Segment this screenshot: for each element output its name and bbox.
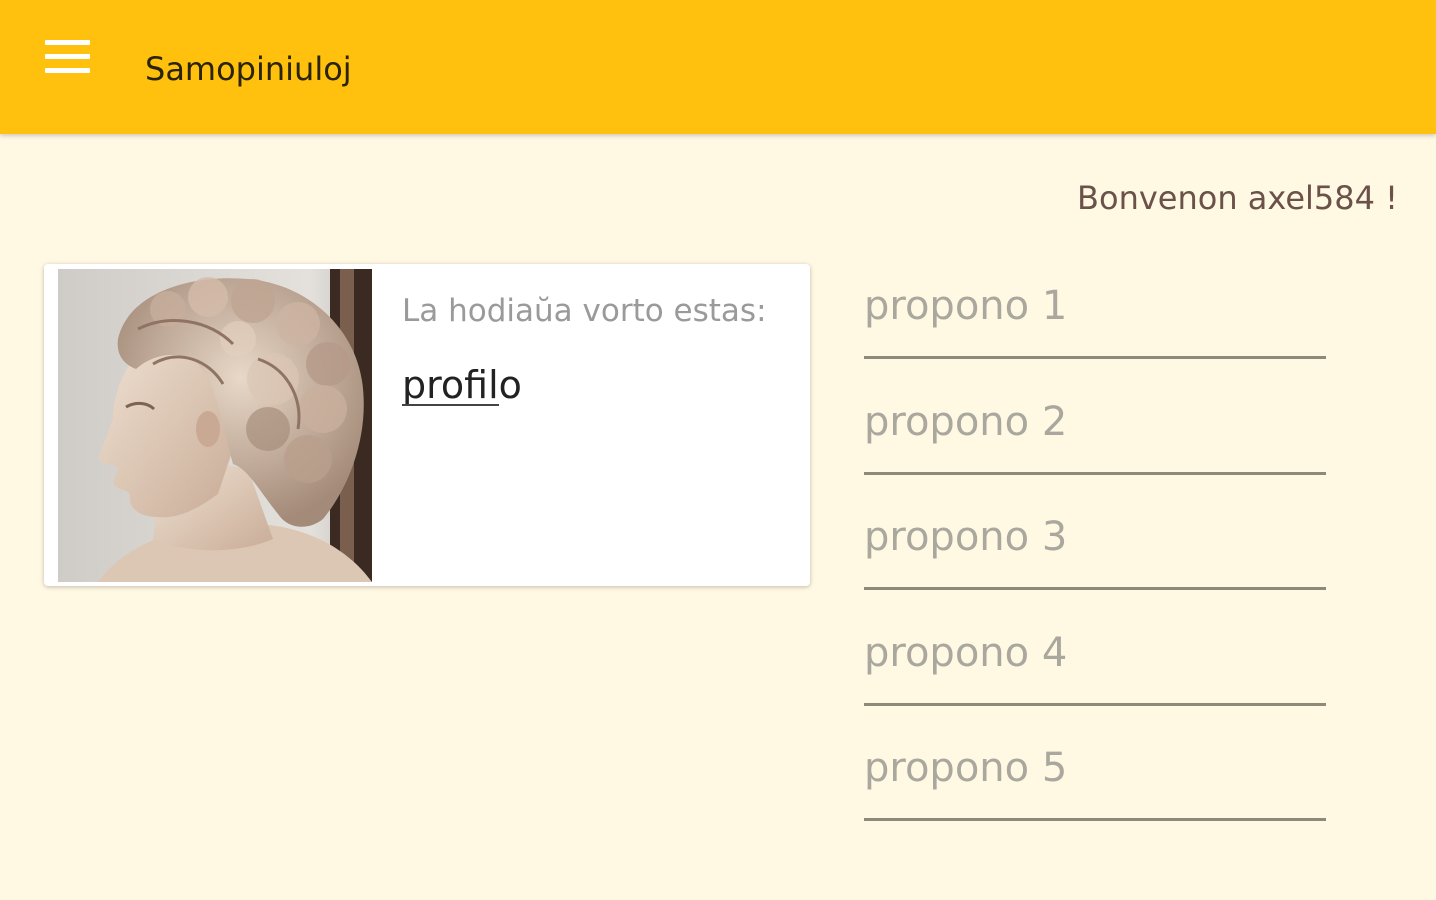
proposal-underline	[864, 702, 1326, 706]
app-title: Samopiniuloj	[145, 50, 352, 88]
menu-bar-top	[45, 40, 90, 45]
word-of-the-day-card: La hodiaŭa vorto estas: profilo	[44, 264, 810, 586]
proposal-field-1[interactable]: propono 1	[864, 270, 1326, 386]
marble-bust-image	[58, 269, 372, 582]
app-toolbar: Samopiniuloj	[0, 0, 1436, 134]
proposal-placeholder: propono 4	[864, 629, 1068, 676]
proposal-underline	[864, 471, 1326, 475]
hamburger-menu-icon[interactable]	[38, 34, 96, 80]
menu-bar-bottom	[45, 68, 90, 73]
proposal-placeholder: propono 2	[864, 398, 1068, 445]
proposal-field-2[interactable]: propono 2	[864, 386, 1326, 502]
proposal-placeholder: propono 5	[864, 745, 1068, 791]
proposal-field-5[interactable]: propono 5	[864, 732, 1326, 848]
proposal-placeholder: propono 3	[864, 514, 1068, 560]
word-of-the-day-label: La hodiaŭa vorto estas:	[402, 293, 767, 329]
proposal-field-4[interactable]: propono 4	[864, 617, 1326, 733]
word-of-the-day-link[interactable]: profilo	[402, 360, 522, 410]
proposal-list: propono 1 propono 2 propono 3 propono 4 …	[864, 270, 1326, 848]
proposal-placeholder: propono 1	[864, 283, 1068, 329]
proposal-underline	[864, 818, 1326, 821]
proposal-field-3[interactable]: propono 3	[864, 501, 1326, 617]
proposal-underline	[864, 356, 1326, 359]
proposal-underline	[864, 587, 1326, 590]
word-underline	[402, 404, 499, 406]
menu-bar-middle	[45, 54, 90, 59]
welcome-message: Bonvenon axel584 !	[1077, 179, 1398, 217]
